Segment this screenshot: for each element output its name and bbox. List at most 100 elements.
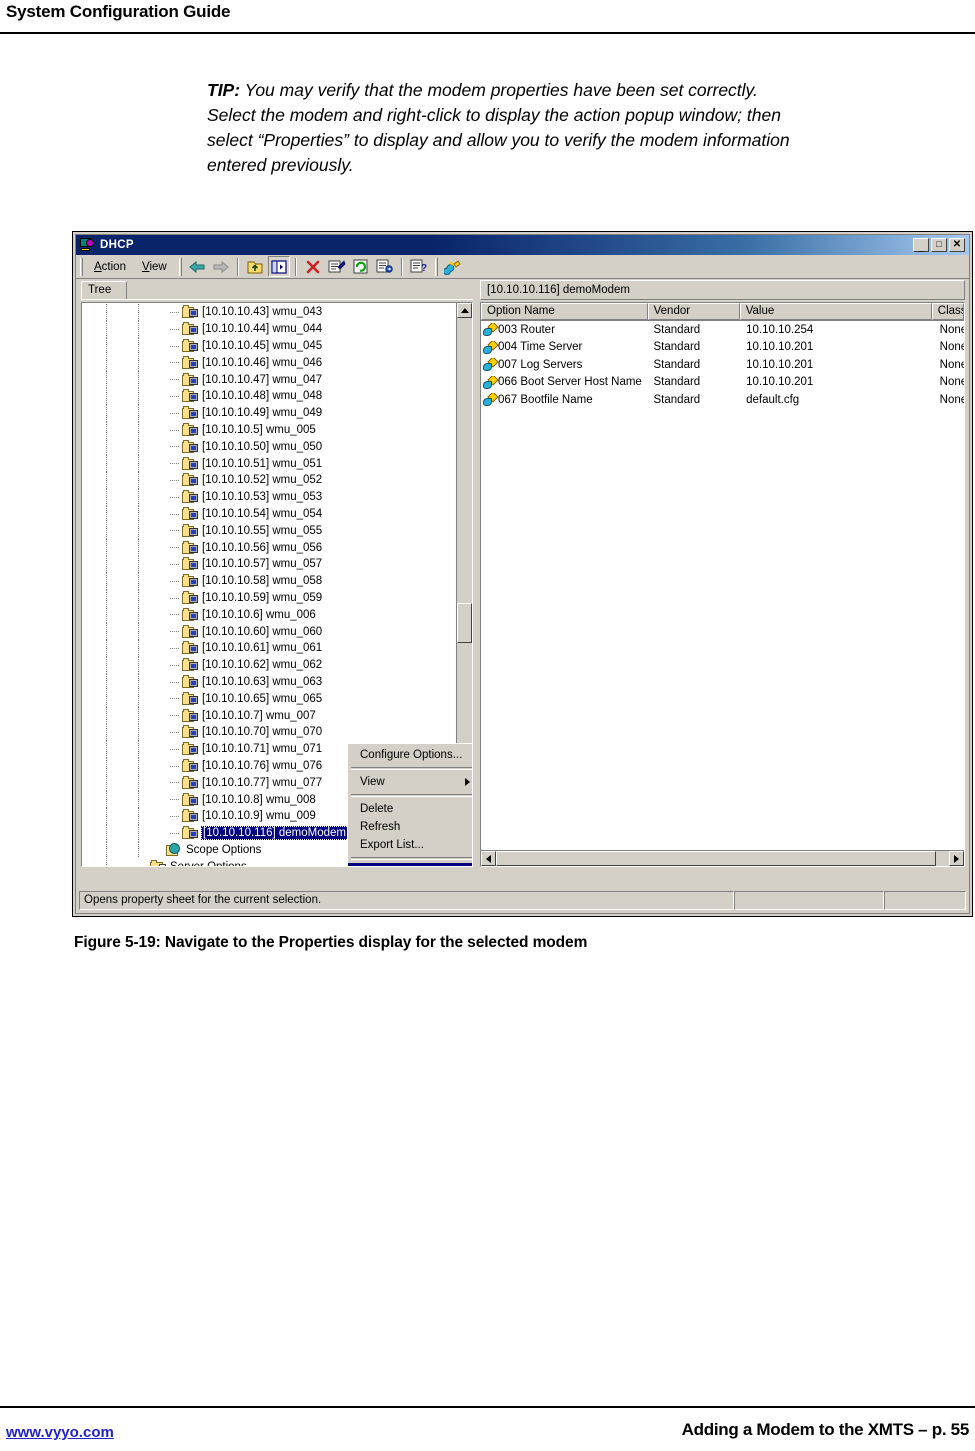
tree-item[interactable]: [10.10.10.47] wmu_047 — [82, 371, 456, 388]
tree-item[interactable]: [10.10.10.6] wmu_006 — [82, 606, 456, 624]
context-menu-item[interactable]: View — [348, 773, 472, 791]
tree-item[interactable]: [10.10.10.49] wmu_049 — [82, 404, 456, 422]
option-name-text: 004 Time Server — [498, 341, 583, 354]
menu-view[interactable]: View — [134, 259, 175, 275]
tree-item-label: [10.10.10.77] wmu_077 — [202, 776, 323, 789]
column-header[interactable]: Value — [739, 303, 932, 320]
minimize-button[interactable]: _ — [913, 238, 929, 252]
table-row[interactable]: 066 Boot Server Host Name Standard 10.10.1… — [481, 374, 964, 392]
tree-item[interactable]: [10.10.10.62] wmu_062 — [82, 656, 456, 674]
tree-item-label: [10.10.10.7] wmu_007 — [202, 709, 316, 722]
tree-item[interactable]: [10.10.10.57] wmu_057 — [82, 555, 456, 573]
tree-item[interactable]: [10.10.10.43] wmu_043 — [82, 304, 456, 321]
hscroll-left-button[interactable] — [481, 851, 496, 866]
context-menu-item-label: Properties — [360, 863, 412, 866]
list-horizontal-scrollbar[interactable] — [481, 850, 964, 866]
tree-item[interactable]: [10.10.10.63] wmu_063 — [82, 673, 456, 691]
tree-item[interactable]: [10.10.10.51] wmu_051 — [82, 455, 456, 472]
tree-item[interactable]: [10.10.10.50] wmu_050 — [82, 438, 456, 456]
export-list-icon[interactable] — [374, 256, 396, 277]
value-cell: 10.10.10.201 — [746, 376, 814, 389]
table-row[interactable]: 007 Log Servers Standard 10.10.10.201 None — [481, 356, 964, 374]
tree-item[interactable]: [10.10.10.61] wmu_061 — [82, 639, 456, 657]
tree-item-label: [10.10.10.71] wmu_071 — [202, 743, 323, 756]
close-button[interactable]: ✕ — [949, 238, 965, 252]
tree-guide-line — [106, 488, 107, 506]
context-menu-item[interactable]: Configure Options... — [348, 746, 472, 764]
tree-item[interactable]: [10.10.10.52] wmu_052 — [82, 471, 456, 489]
toolbar-grip[interactable] — [80, 257, 83, 276]
table-row[interactable]: 067 Bootfile Name Standard default.cfg None — [481, 391, 964, 409]
tree-pane[interactable]: [10.10.10.43] wmu_043 [10.10.10.44] wmu_0… — [81, 302, 473, 867]
context-menu-item[interactable]: Properties — [348, 863, 472, 866]
properties-icon[interactable] — [326, 256, 348, 277]
hscroll-thumb[interactable] — [496, 851, 936, 866]
delete-icon[interactable] — [302, 256, 324, 277]
options-list-pane[interactable]: Option Name Vendor Value Class 003 Router St… — [480, 302, 965, 867]
tree-elbow-line — [170, 312, 180, 313]
context-menu[interactable]: Configure Options... View Delete Refresh Exp… — [347, 743, 472, 866]
options-list-header[interactable]: Option Name Vendor Value Class — [481, 303, 964, 321]
context-menu-item[interactable]: Refresh — [348, 818, 472, 836]
tree-item[interactable]: [10.10.10.5] wmu_005 — [82, 421, 456, 439]
scroll-up-button[interactable] — [457, 303, 472, 318]
reservation-icon — [182, 574, 198, 588]
toolbar-grip-3[interactable] — [434, 257, 438, 276]
column-header[interactable]: Option Name — [481, 303, 648, 320]
reservation-icon — [182, 742, 198, 756]
tree-item[interactable]: [10.10.10.59] wmu_059 — [82, 589, 456, 607]
tree-item[interactable]: [10.10.10.65] wmu_065 — [82, 690, 456, 708]
tree-guide-line — [106, 791, 107, 808]
forward-arrow-icon[interactable] — [210, 256, 232, 277]
tree-item[interactable]: [10.10.10.56] wmu_056 — [82, 539, 456, 556]
tree-guide-line — [106, 757, 107, 775]
help-icon[interactable]: ? — [408, 256, 430, 277]
tree-item[interactable]: [10.10.10.53] wmu_053 — [82, 488, 456, 506]
refresh-icon[interactable] — [350, 256, 372, 277]
server-options-icon — [150, 859, 166, 866]
hscroll-right-button[interactable] — [949, 851, 964, 866]
up-one-level-icon[interactable] — [244, 256, 266, 277]
tree-guide-line — [138, 623, 139, 640]
context-menu-item[interactable]: Delete — [348, 800, 472, 818]
option-name-text: 003 Router — [498, 323, 555, 336]
table-row[interactable]: 004 Time Server Standard 10.10.10.201 None — [481, 339, 964, 357]
context-menu-separator — [351, 794, 472, 797]
value-cell: 10.10.10.254 — [746, 323, 814, 336]
reservation-icon — [182, 641, 198, 655]
table-row[interactable]: 003 Router Standard 10.10.10.254 None — [481, 321, 964, 339]
tree-item[interactable]: [10.10.10.60] wmu_060 — [82, 623, 456, 640]
tree-guide-line — [138, 589, 139, 607]
tree-item[interactable]: [10.10.10.45] wmu_045 — [82, 337, 456, 355]
figure-caption: Figure 5-19: Navigate to the Properties … — [74, 934, 588, 951]
tree-item[interactable]: [10.10.10.44] wmu_044 — [82, 320, 456, 338]
show-hide-tree-icon[interactable] — [267, 256, 290, 277]
tree-item[interactable]: [10.10.10.55] wmu_055 — [82, 522, 456, 540]
tree-item-label: [10.10.10.55] wmu_055 — [202, 524, 323, 537]
toolbar-grip-2[interactable] — [178, 257, 182, 276]
options-list-body[interactable]: 003 RouterStandard10.10.10.254None004 Ti… — [481, 321, 964, 409]
tree-item-label: [10.10.10.5] wmu_005 — [202, 423, 316, 436]
scope-options-icon[interactable] — [442, 256, 464, 277]
column-header[interactable]: Class — [931, 303, 964, 320]
menu-action[interactable]: Action — [86, 259, 134, 275]
maximize-button[interactable]: □ — [931, 238, 947, 252]
window-buttons: _ □ ✕ — [913, 238, 967, 252]
column-header[interactable]: Vendor — [647, 303, 740, 320]
tab-tree[interactable]: Tree — [81, 281, 127, 300]
submenu-arrow-icon — [465, 778, 470, 786]
tree-item[interactable]: [10.10.10.58] wmu_058 — [82, 572, 456, 590]
context-menu-item[interactable]: Export List... — [348, 836, 472, 854]
back-arrow-icon[interactable] — [186, 256, 208, 277]
scroll-thumb[interactable] — [457, 603, 472, 643]
tree-item[interactable]: [10.10.10.46] wmu_046 — [82, 354, 456, 372]
tree-item-label: [10.10.10.49] wmu_049 — [202, 407, 323, 420]
footer-website-link[interactable]: www.vyyo.com — [6, 1424, 114, 1441]
status-message: Opens property sheet for the current sel… — [79, 891, 734, 910]
dhcp-option-icon — [483, 340, 499, 354]
vendor-cell: Standard — [653, 358, 701, 371]
tree-item[interactable]: [10.10.10.54] wmu_054 — [82, 505, 456, 523]
tree-item[interactable]: [10.10.10.70] wmu_070 — [82, 723, 456, 741]
tree-item[interactable]: [10.10.10.7] wmu_007 — [82, 707, 456, 724]
tree-item[interactable]: [10.10.10.48] wmu_048 — [82, 387, 456, 405]
